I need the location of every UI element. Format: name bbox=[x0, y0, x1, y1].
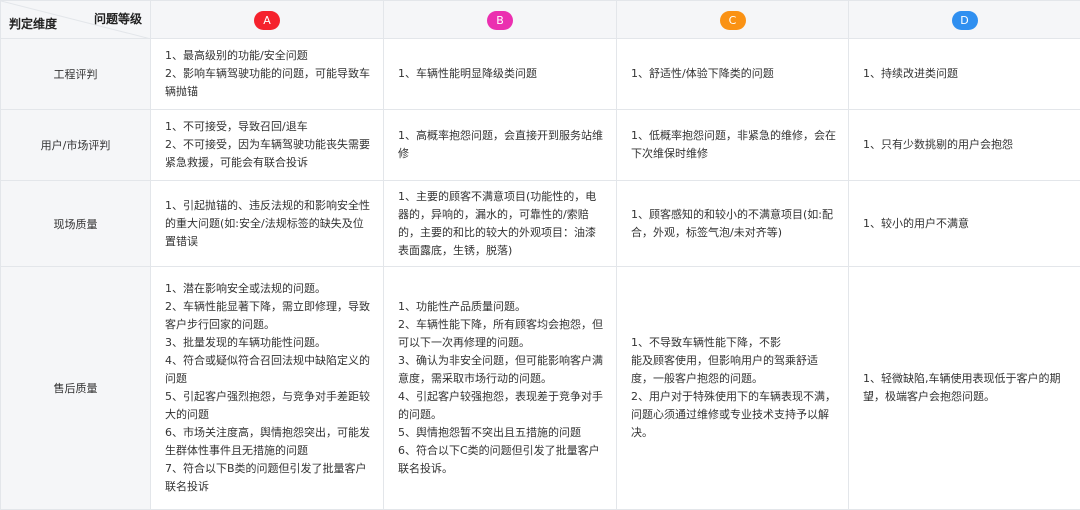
cell-level-c: 1、不导致车辆性能下降，不影能及顾客使用，但影响用户的驾乘舒适度，一般客户抱怨的… bbox=[617, 267, 849, 510]
cell-line: 2、用户对于特殊使用下的车辆表现不满，问题心须通过维修或专业技术支持予以解决。 bbox=[631, 388, 836, 442]
row-label: 售后质量 bbox=[1, 267, 151, 510]
cell-line: 3、确认为非安全问题，但可能影响客户满意度，需采取市场行动的问题。 bbox=[398, 352, 604, 388]
row-label: 用户/市场评判 bbox=[1, 110, 151, 181]
level-badge-d: D bbox=[952, 11, 978, 30]
cell-line: 1、持续改进类问题 bbox=[863, 65, 1068, 83]
cell-level-a: 1、潜在影响安全或法规的问题。2、车辆性能显著下降，需立即修理，导致客户步行回家… bbox=[151, 267, 384, 510]
corner-header: 问题等级 判定维度 bbox=[1, 1, 151, 39]
level-badge-c: C bbox=[720, 11, 746, 30]
cell-level-d: 1、持续改进类问题 bbox=[849, 39, 1080, 110]
cell-level-d: 1、只有少数挑剔的用户会抱怨 bbox=[849, 110, 1080, 181]
cell-line: 6、符合以下C类的问题但引发了批量客户联名投诉。 bbox=[398, 442, 604, 478]
cell-line: 2、车辆性能下降，所有顾客均会抱怨，但可以下一次再修理的问题。 bbox=[398, 316, 604, 352]
corner-label-dimension: 判定维度 bbox=[9, 15, 57, 32]
cell-line: 1、不可接受，导致召回/退车 bbox=[165, 118, 371, 136]
table-row: 工程评判 1、最高级别的功能/安全问题2、影响车辆驾驶功能的问题，可能导致车辆抛… bbox=[1, 39, 1080, 110]
cell-level-a: 1、不可接受，导致召回/退车2、不可接受，因为车辆驾驶功能丧失需要紧急救援，可能… bbox=[151, 110, 384, 181]
row-label: 现场质量 bbox=[1, 181, 151, 267]
cell-level-c: 1、低概率抱怨问题，非紧急的维修，会在下次维保时维修 bbox=[617, 110, 849, 181]
level-badge-a: A bbox=[254, 11, 280, 30]
row-label: 工程评判 bbox=[1, 39, 151, 110]
defect-level-table: 问题等级 判定维度 A B C D 工程评判 1、最高级别的功能/安全问题2、影… bbox=[0, 0, 1080, 510]
cell-line: 1、舒适性/体验下降类的问题 bbox=[631, 65, 836, 83]
cell-line: 7、符合以下B类的问题但引发了批量客户联名投诉 bbox=[165, 460, 371, 496]
cell-line: 3、批量发现的车辆功能性问题。 bbox=[165, 334, 371, 352]
cell-line: 5、舆情抱怨暂不突出且五措施的问题 bbox=[398, 424, 604, 442]
cell-level-c: 1、顾客感知的和较小的不满意项目(如:配合，外观，标签气泡/未对齐等) bbox=[617, 181, 849, 267]
cell-level-d: 1、轻微缺陷,车辆使用表现低于客户的期望，极端客户会抱怨问题。 bbox=[849, 267, 1080, 510]
cell-level-b: 1、高概率抱怨问题，会直接开到服务站维修 bbox=[384, 110, 617, 181]
level-header-b: B bbox=[384, 1, 617, 39]
cell-level-a: 1、最高级别的功能/安全问题2、影响车辆驾驶功能的问题，可能导致车辆抛锚 bbox=[151, 39, 384, 110]
cell-line: 2、不可接受，因为车辆驾驶功能丧失需要紧急救援，可能会有联合投诉 bbox=[165, 136, 371, 172]
cell-line: 5、引起客户强烈抱怨，与竞争对手差距较大的问题 bbox=[165, 388, 371, 424]
cell-line: 1、只有少数挑剔的用户会抱怨 bbox=[863, 136, 1068, 154]
cell-level-a: 1、引起抛锚的、违反法规的和影响安全性的重大问题(如:安全/法规标签的缺失及位置… bbox=[151, 181, 384, 267]
cell-line: 1、主要的顾客不满意项目(功能性的，电器的，异响的，漏水的，可靠性的/索赔的，主… bbox=[398, 188, 604, 260]
cell-line: 1、不导致车辆性能下降，不影 bbox=[631, 334, 836, 352]
cell-line: 1、轻微缺陷,车辆使用表现低于客户的期望，极端客户会抱怨问题。 bbox=[863, 370, 1068, 406]
cell-line: 2、车辆性能显著下降，需立即修理，导致客户步行回家的问题。 bbox=[165, 298, 371, 334]
cell-line: 4、符合或疑似符合召回法规中缺陷定义的问题 bbox=[165, 352, 371, 388]
cell-level-d: 1、较小的用户不满意 bbox=[849, 181, 1080, 267]
cell-line: 1、引起抛锚的、违反法规的和影响安全性的重大问题(如:安全/法规标签的缺失及位置… bbox=[165, 197, 371, 251]
cell-level-b: 1、功能性产品质量问题。2、车辆性能下降，所有顾客均会抱怨，但可以下一次再修理的… bbox=[384, 267, 617, 510]
cell-line: 1、功能性产品质量问题。 bbox=[398, 298, 604, 316]
cell-line: 1、潜在影响安全或法规的问题。 bbox=[165, 280, 371, 298]
header-row: 问题等级 判定维度 A B C D bbox=[1, 1, 1080, 39]
table-row: 售后质量 1、潜在影响安全或法规的问题。2、车辆性能显著下降，需立即修理，导致客… bbox=[1, 267, 1080, 510]
cell-line: 4、引起客户较强抱怨，表现差于竞争对手的问题。 bbox=[398, 388, 604, 424]
cell-level-b: 1、主要的顾客不满意项目(功能性的，电器的，异响的，漏水的，可靠性的/索赔的，主… bbox=[384, 181, 617, 267]
table-body: 工程评判 1、最高级别的功能/安全问题2、影响车辆驾驶功能的问题，可能导致车辆抛… bbox=[1, 39, 1080, 510]
corner-label-level: 问题等级 bbox=[94, 10, 142, 27]
cell-line: 1、最高级别的功能/安全问题 bbox=[165, 47, 371, 65]
cell-line: 2、影响车辆驾驶功能的问题，可能导致车辆抛锚 bbox=[165, 65, 371, 101]
table-row: 用户/市场评判 1、不可接受，导致召回/退车2、不可接受，因为车辆驾驶功能丧失需… bbox=[1, 110, 1080, 181]
cell-line: 1、低概率抱怨问题，非紧急的维修，会在下次维保时维修 bbox=[631, 127, 836, 163]
cell-line: 6、市场关注度高，舆情抱怨突出，可能发生群体性事件且无措施的问题 bbox=[165, 424, 371, 460]
cell-level-b: 1、车辆性能明显降级类问题 bbox=[384, 39, 617, 110]
cell-line: 1、车辆性能明显降级类问题 bbox=[398, 65, 604, 83]
cell-line: 能及顾客使用，但影响用户的驾乘舒适度，一般客户抱怨的问题。 bbox=[631, 352, 836, 388]
level-header-c: C bbox=[617, 1, 849, 39]
cell-line: 1、顾客感知的和较小的不满意项目(如:配合，外观，标签气泡/未对齐等) bbox=[631, 206, 836, 242]
cell-level-c: 1、舒适性/体验下降类的问题 bbox=[617, 39, 849, 110]
level-badge-b: B bbox=[487, 11, 513, 30]
cell-line: 1、较小的用户不满意 bbox=[863, 215, 1068, 233]
level-header-d: D bbox=[849, 1, 1080, 39]
level-header-a: A bbox=[151, 1, 384, 39]
table-row: 现场质量 1、引起抛锚的、违反法规的和影响安全性的重大问题(如:安全/法规标签的… bbox=[1, 181, 1080, 267]
cell-line: 1、高概率抱怨问题，会直接开到服务站维修 bbox=[398, 127, 604, 163]
